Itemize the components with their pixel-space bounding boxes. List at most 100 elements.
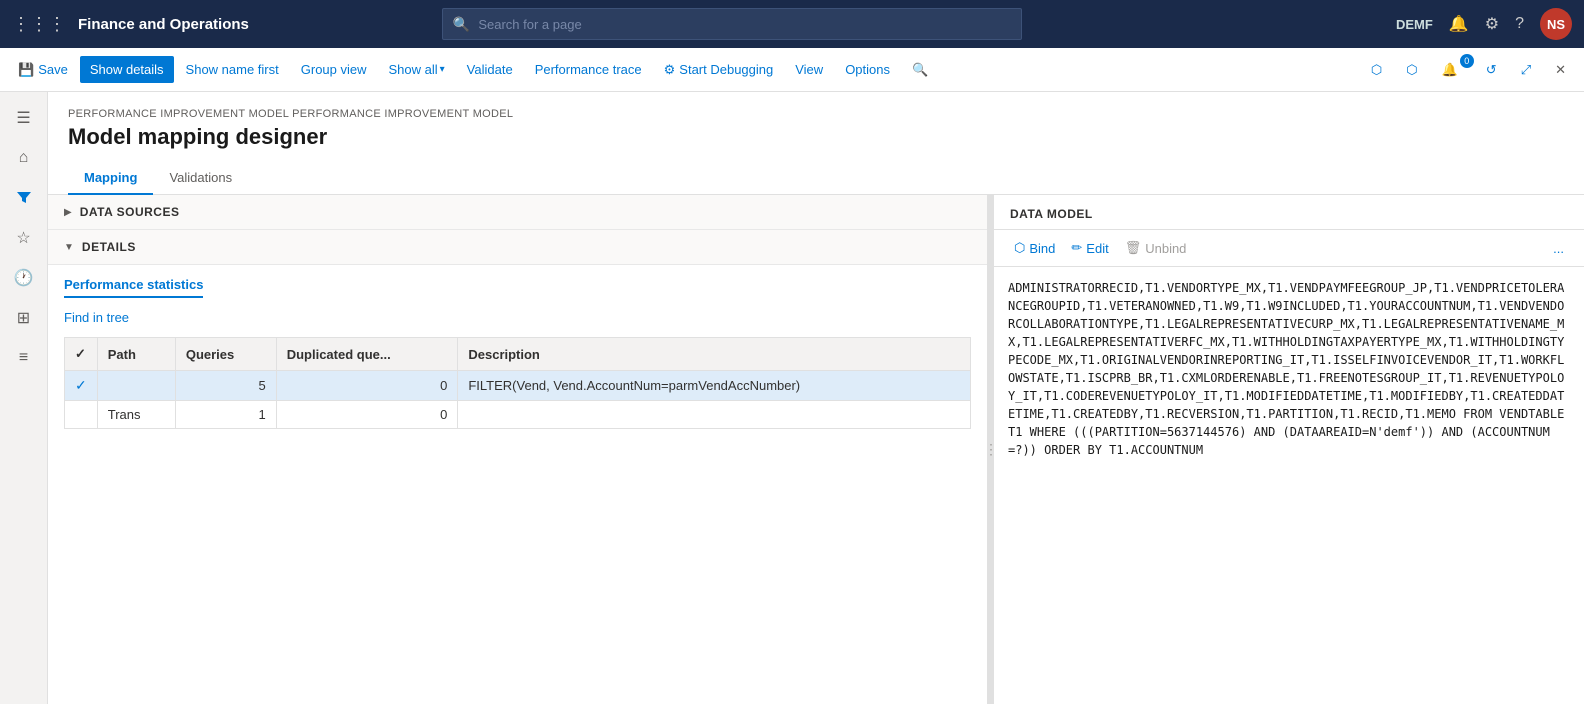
row-dup-queries-1: 0 (276, 371, 458, 401)
row-dup-queries-2: 0 (276, 401, 458, 429)
row-description-1: FILTER(Vend, Vend.AccountNum=parmVendAcc… (458, 371, 971, 401)
show-name-first-label: Show name first (186, 62, 279, 77)
sidebar-workspace-icon[interactable]: ⊞ (6, 300, 42, 336)
tab-validations[interactable]: Validations (153, 162, 248, 195)
extension-icon[interactable]: ⬡ (1396, 56, 1427, 84)
validate-label: Validate (467, 62, 513, 77)
col-header-dup-queries: Duplicated que... (276, 338, 458, 371)
environment-name: DEMF (1396, 17, 1433, 32)
unbind-icon: 🗑 (1125, 240, 1142, 256)
app-title: Finance and Operations (78, 16, 249, 33)
find-in-tree-link[interactable]: Find in tree (64, 310, 129, 325)
row-queries-1: 5 (175, 371, 276, 401)
view-button[interactable]: View (785, 56, 833, 83)
left-panel: ▶ DATA SOURCES ▼ DETAILS Performance sta… (48, 195, 988, 704)
table-row[interactable]: ✓ 5 0 FILTER(Vend, Vend.AccountNum=parmV… (65, 371, 971, 401)
show-all-button[interactable]: Show all ▾ (379, 56, 455, 83)
performance-statistics-label: Performance statistics (64, 277, 203, 298)
show-name-first-button[interactable]: Show name first (176, 56, 289, 83)
view-label: View (795, 62, 823, 77)
row-description-2 (458, 401, 971, 429)
open-external-icon[interactable]: ⤢ (1511, 56, 1541, 84)
data-model-header: DATA MODEL (994, 195, 1584, 230)
save-button[interactable]: 💾 Save (8, 56, 78, 84)
show-details-button[interactable]: Show details (80, 56, 174, 83)
show-details-label: Show details (90, 62, 164, 77)
favorites-icon[interactable]: ⬡ (1361, 56, 1392, 84)
performance-trace-button[interactable]: Performance trace (525, 56, 652, 83)
sidebar-hamburger-icon[interactable]: ☰ (6, 100, 42, 136)
command-bar-right: ⬡ ⬡ 🔔0 ↺ ⤢ ✕ (1361, 56, 1576, 84)
sidebar-star-icon[interactable]: ☆ (6, 220, 42, 256)
group-view-button[interactable]: Group view (291, 56, 377, 83)
bind-button[interactable]: ⬡ Bind (1010, 238, 1059, 258)
main-content: PERFORMANCE IMPROVEMENT MODEL PERFORMANC… (48, 92, 1584, 704)
options-button[interactable]: Options (835, 56, 900, 83)
sidebar-home-icon[interactable]: ⌂ (6, 140, 42, 176)
row-check-2 (65, 401, 98, 429)
search-bar: 🔍 (442, 8, 1022, 40)
edit-icon: ✏ (1071, 240, 1082, 256)
show-all-dropdown-arrow: ▾ (440, 64, 445, 75)
show-all-label: Show all (389, 62, 438, 77)
sidebar-filter-icon[interactable] (6, 180, 42, 216)
tab-mapping[interactable]: Mapping (68, 162, 153, 195)
col-header-path: Path (97, 338, 175, 371)
app-grid-icon[interactable]: ⋮⋮⋮ (12, 14, 66, 35)
details-toggle-icon: ▼ (64, 242, 74, 253)
data-sources-toggle-icon: ▶ (64, 207, 72, 218)
row-queries-2: 1 (175, 401, 276, 429)
sql-text-panel[interactable]: ADMINISTRATORRECID,T1.VENDORTYPE_MX,T1.V… (994, 267, 1584, 704)
data-sources-title: DATA SOURCES (80, 205, 180, 219)
command-search-button[interactable]: 🔍 (902, 56, 938, 84)
save-label: Save (38, 62, 68, 77)
group-view-label: Group view (301, 62, 367, 77)
performance-table: ✓ Path Queries Duplicated que... Descrip… (64, 337, 971, 429)
notification-badge[interactable]: 🔔0 (1432, 56, 1472, 84)
breadcrumb: PERFORMANCE IMPROVEMENT MODEL PERFORMANC… (48, 92, 1584, 124)
col-header-queries: Queries (175, 338, 276, 371)
row-check-1: ✓ (65, 371, 98, 401)
sidebar-list-icon[interactable]: ≡ (6, 340, 42, 376)
more-actions-button[interactable]: ... (1549, 239, 1568, 258)
edit-button[interactable]: ✏ Edit (1067, 238, 1112, 258)
notifications-icon[interactable]: 🔔 (1449, 14, 1469, 34)
content-split: ▶ DATA SOURCES ▼ DETAILS Performance sta… (48, 195, 1584, 704)
left-sidebar: ☰ ⌂ ☆ 🕐 ⊞ ≡ (0, 92, 48, 704)
command-search-icon: 🔍 (912, 62, 928, 78)
page-layout: ☰ ⌂ ☆ 🕐 ⊞ ≡ PERFORMANCE IMPROVEMENT MODE… (0, 92, 1584, 704)
edit-label: Edit (1086, 241, 1108, 256)
right-panel: DATA MODEL ⬡ Bind ✏ Edit 🗑 Unbind (994, 195, 1584, 704)
debug-icon: ⚙ (664, 62, 676, 78)
page-title: Model mapping designer (48, 124, 1584, 162)
bind-label: Bind (1029, 241, 1055, 256)
top-navigation: ⋮⋮⋮ Finance and Operations 🔍 DEMF 🔔 ⚙ ? … (0, 0, 1584, 48)
performance-trace-label: Performance trace (535, 62, 642, 77)
start-debugging-button[interactable]: ⚙ Start Debugging (654, 56, 784, 84)
more-icon: ... (1553, 241, 1564, 256)
col-header-description: Description (458, 338, 971, 371)
page-tabs: Mapping Validations (48, 162, 1584, 195)
data-sources-section-header[interactable]: ▶ DATA SOURCES (48, 195, 987, 230)
start-debugging-label: Start Debugging (679, 62, 773, 77)
validate-button[interactable]: Validate (457, 56, 523, 83)
table-row[interactable]: Trans 1 0 (65, 401, 971, 429)
details-title: DETAILS (82, 240, 136, 254)
unbind-button[interactable]: 🗑 Unbind (1121, 238, 1191, 258)
top-nav-right: DEMF 🔔 ⚙ ? NS (1396, 8, 1572, 40)
help-icon[interactable]: ? (1515, 15, 1524, 33)
settings-icon[interactable]: ⚙ (1485, 14, 1499, 34)
close-window-icon[interactable]: ✕ (1545, 56, 1576, 84)
checkmark-icon: ✓ (75, 377, 87, 393)
sidebar-recent-icon[interactable]: 🕐 (6, 260, 42, 296)
details-section-header[interactable]: ▼ DETAILS (48, 230, 987, 265)
details-content: Performance statistics Find in tree ✓ Pa… (48, 265, 987, 441)
sql-text: ADMINISTRATORRECID,T1.VENDORTYPE_MX,T1.V… (1008, 281, 1564, 457)
row-path-1 (97, 371, 175, 401)
avatar[interactable]: NS (1540, 8, 1572, 40)
search-input[interactable] (478, 17, 1011, 32)
search-icon: 🔍 (453, 16, 470, 33)
refresh-icon[interactable]: ↺ (1476, 56, 1507, 84)
row-path-2[interactable]: Trans (97, 401, 175, 429)
command-bar: 💾 Save Show details Show name first Grou… (0, 48, 1584, 92)
